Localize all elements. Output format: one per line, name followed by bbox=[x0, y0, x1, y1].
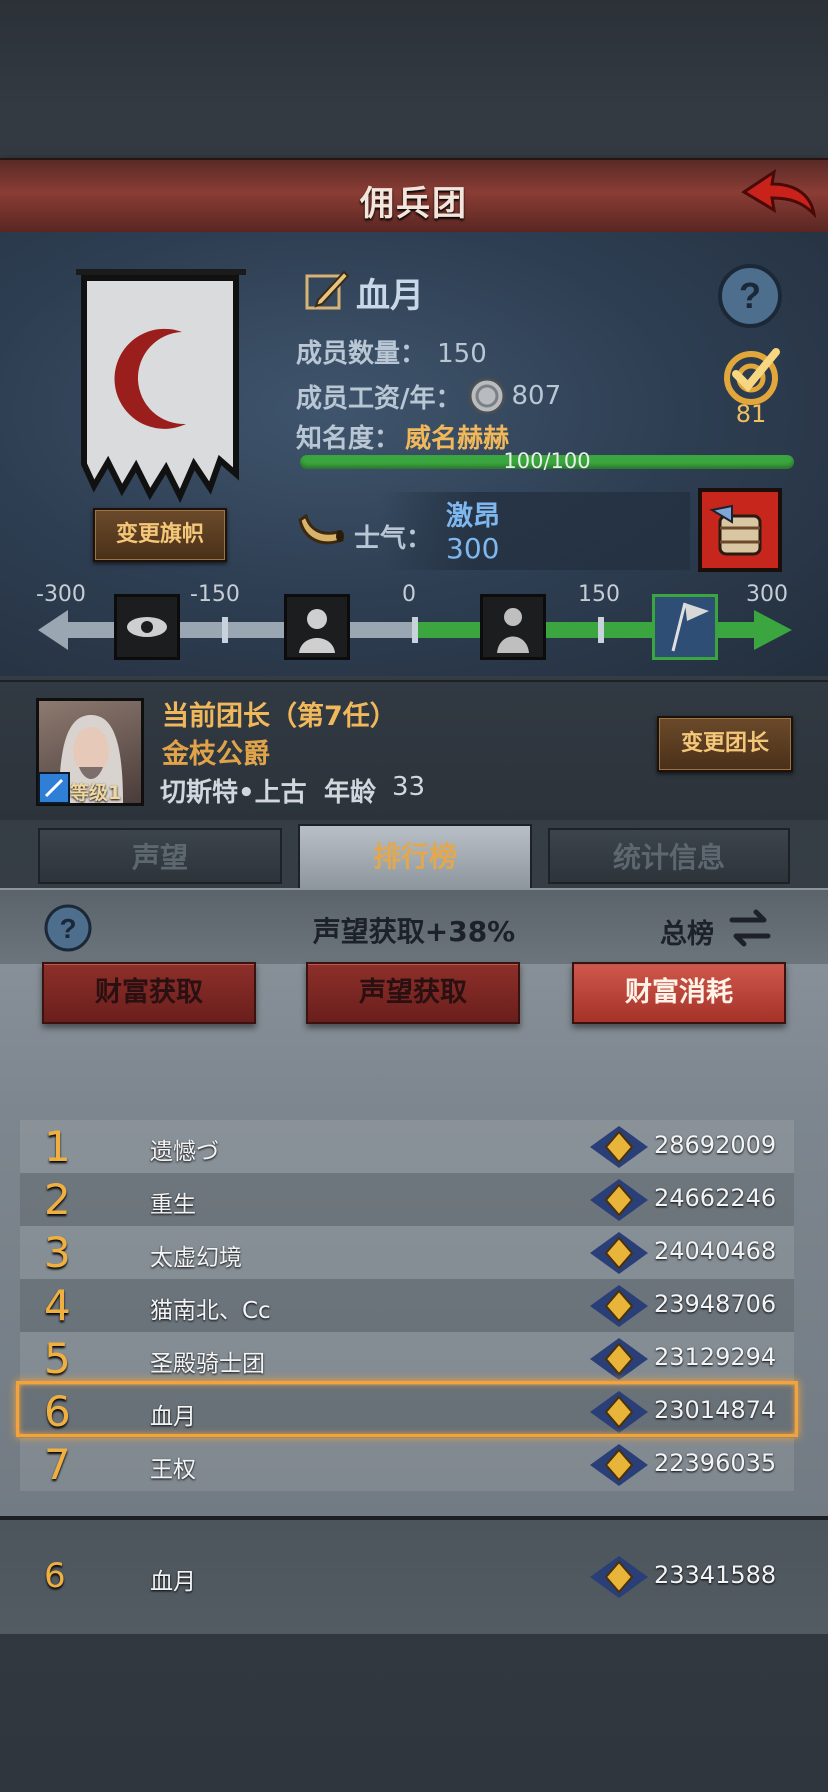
reputation-diamond-icon bbox=[590, 1556, 648, 1598]
row-rank: 2 bbox=[44, 1175, 71, 1224]
fame-progress-text: 100/100 bbox=[503, 449, 591, 473]
members-value: 150 bbox=[437, 339, 487, 369]
salary-value: 807 bbox=[511, 381, 562, 411]
reputation-bonus-text: 声望获取+38% bbox=[312, 915, 516, 948]
leader-level: 等级1 bbox=[70, 782, 122, 804]
reputation-diamond-icon bbox=[590, 1338, 648, 1380]
leader-title: 当前团长（第7任） bbox=[162, 701, 397, 732]
row-rank: 1 bbox=[44, 1122, 71, 1171]
row-score: 28692009 bbox=[654, 1131, 777, 1159]
edit-icon[interactable] bbox=[304, 266, 350, 312]
rank-target-value: 81 bbox=[735, 400, 767, 428]
morale-status: 激昂 bbox=[446, 501, 500, 532]
reputation-gain-button[interactable]: 声望获取 bbox=[306, 962, 520, 1024]
own-ranking-row: 6 血月 23341588 bbox=[20, 1550, 794, 1603]
wealth-spend-button[interactable]: 财富消耗 bbox=[572, 962, 786, 1024]
morale-label-text: 士气： bbox=[354, 524, 433, 554]
page-title: 佣兵团 bbox=[360, 184, 468, 224]
members-row: 成员数量： 150 bbox=[296, 333, 487, 370]
row-name: 遗憾づ bbox=[150, 1139, 219, 1165]
change-leader-button[interactable]: 变更团长 bbox=[657, 716, 793, 772]
reputation-diamond-icon bbox=[590, 1232, 648, 1274]
table-row[interactable]: 1 遗憾づ 28692009 bbox=[20, 1120, 794, 1173]
leaderboard-help-icon[interactable]: ? bbox=[42, 902, 94, 954]
table-row[interactable]: 3 太虚幻境 24040468 bbox=[20, 1226, 794, 1279]
morale-tick: -300 bbox=[36, 582, 86, 607]
war-drum-icon[interactable] bbox=[698, 488, 782, 572]
row-score: 24040468 bbox=[654, 1237, 777, 1265]
table-row[interactable]: 7 王权 22396035 bbox=[20, 1438, 794, 1491]
eye-icon[interactable] bbox=[114, 594, 180, 660]
reputation-diamond-icon bbox=[590, 1444, 648, 1486]
own-ranking-bar[interactable]: 6 血月 23341588 bbox=[0, 1516, 828, 1634]
title-bar: 佣兵团 bbox=[0, 158, 828, 235]
row-score: 22396035 bbox=[654, 1449, 777, 1477]
horn-icon bbox=[298, 513, 345, 545]
row-rank: 7 bbox=[44, 1440, 71, 1489]
tab-reputation[interactable]: 声望 bbox=[38, 828, 282, 884]
sword-icon bbox=[38, 772, 70, 804]
row-name: 重生 bbox=[150, 1192, 196, 1218]
row-rank: 4 bbox=[44, 1281, 71, 1330]
svg-text:?: ? bbox=[59, 913, 76, 944]
back-arrow-icon[interactable] bbox=[740, 168, 816, 224]
members-label: 成员数量： bbox=[296, 339, 427, 369]
banner-charge-icon[interactable] bbox=[652, 594, 718, 660]
guild-name: 血月 bbox=[356, 276, 424, 316]
help-icon[interactable]: ? bbox=[716, 262, 784, 330]
salary-row: 成员工资/年： 807 bbox=[296, 377, 561, 415]
wealth-gain-button[interactable]: 财富获取 bbox=[42, 962, 256, 1024]
change-flag-button[interactable]: 变更旗帜 bbox=[93, 508, 227, 562]
morale-tick: -150 bbox=[190, 582, 240, 607]
row-score: 23948706 bbox=[654, 1290, 777, 1318]
guild-banner bbox=[76, 269, 246, 504]
table-row[interactable]: 5 圣殿骑士团 23129294 bbox=[20, 1332, 794, 1385]
salary-label: 成员工资/年： bbox=[296, 383, 462, 414]
scope-label: 总榜 bbox=[660, 919, 714, 950]
own-name: 血月 bbox=[150, 1569, 196, 1595]
morale-tick: 300 bbox=[746, 582, 788, 607]
leader-rank-title: 金枝公爵 bbox=[162, 739, 270, 770]
swap-icon[interactable] bbox=[728, 906, 772, 950]
own-guild-highlight bbox=[16, 1381, 798, 1437]
leader-name: 切斯特•上古 bbox=[160, 778, 307, 808]
calm-icon[interactable] bbox=[480, 594, 546, 660]
row-name: 太虚幻境 bbox=[150, 1245, 242, 1271]
leader-age-label: 年龄 bbox=[324, 778, 377, 808]
row-name: 猫南北、Cc bbox=[150, 1298, 271, 1324]
leader-age-value: 33 bbox=[392, 772, 426, 802]
row-rank: 5 bbox=[44, 1334, 71, 1383]
row-score: 24662246 bbox=[654, 1184, 777, 1212]
reputation-diamond-icon bbox=[590, 1179, 648, 1221]
tab-statistics[interactable]: 统计信息 bbox=[548, 828, 790, 884]
table-row[interactable]: 2 重生 24662246 bbox=[20, 1173, 794, 1226]
svg-text:?: ? bbox=[739, 275, 761, 316]
silver-coin-icon bbox=[468, 377, 505, 415]
row-score: 23129294 bbox=[654, 1343, 777, 1371]
morale-value: 300 bbox=[446, 532, 500, 565]
morale-tick: 150 bbox=[578, 582, 620, 607]
tab-leaderboard[interactable]: 排行榜 bbox=[298, 824, 532, 890]
own-score: 23341588 bbox=[654, 1561, 777, 1589]
row-name: 王权 bbox=[150, 1457, 196, 1483]
despair-icon[interactable] bbox=[284, 594, 350, 660]
reputation-diamond-icon bbox=[590, 1126, 648, 1168]
morale-tick: 0 bbox=[402, 582, 416, 607]
table-row[interactable]: 4 猫南北、Cc 23948706 bbox=[20, 1279, 794, 1332]
reputation-diamond-icon bbox=[590, 1285, 648, 1327]
row-name: 圣殿骑士团 bbox=[150, 1351, 265, 1377]
row-rank: 3 bbox=[44, 1228, 71, 1277]
own-rank: 6 bbox=[44, 1556, 66, 1596]
